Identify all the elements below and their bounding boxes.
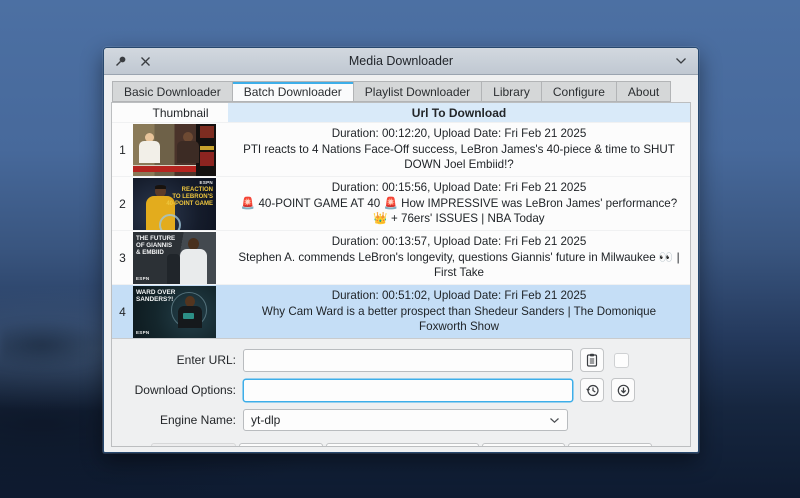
tab-batch-downloader[interactable]: Batch Downloader	[232, 81, 354, 102]
video-meta: Duration: 00:15:56, Upload Date: Fri Feb…	[332, 180, 587, 196]
table-row-4-selected[interactable]: 4 WARD OVERSANDERS?! ESPN Duration: 00:5…	[112, 284, 690, 338]
header-corner	[112, 103, 133, 122]
paste-clipboard-button[interactable]	[580, 348, 604, 372]
download-form: Enter URL: Download Options: Engine Name…	[112, 339, 690, 447]
titlebar[interactable]: Media Downloader	[104, 48, 698, 75]
tab-configure[interactable]: Configure	[541, 81, 616, 102]
combo-chevron-down-icon	[549, 413, 560, 427]
history-button[interactable]	[580, 378, 604, 402]
thumbnail-pti-hosts	[133, 124, 216, 176]
options-menu-button[interactable]: Options	[482, 443, 565, 447]
row-number: 2	[112, 177, 133, 230]
batch-downloader-page: Thumbnail Url To Download 1 Duration: 00…	[111, 102, 691, 447]
video-title: 🚨 40-POINT GAME AT 40 🚨 How IMPRESSIVE w…	[238, 196, 680, 227]
video-title: Stephen A. commends LeBron's longevity, …	[238, 250, 680, 281]
add-url-to-list-button[interactable]: Add Url To List	[326, 443, 479, 447]
engine-select[interactable]: yt-dlp	[243, 409, 568, 431]
enter-url-label: Enter URL:	[112, 353, 236, 367]
tab-bar: Basic Downloader Batch Downloader Playli…	[112, 81, 698, 102]
engine-selected-value: yt-dlp	[251, 413, 280, 427]
cancel-button[interactable]: Cancel	[151, 443, 236, 447]
row-number: 3	[112, 231, 133, 284]
video-title: Why Cam Ward is a better prospect than S…	[238, 304, 680, 335]
video-meta: Duration: 00:51:02, Upload Date: Fri Feb…	[332, 288, 587, 304]
download-button[interactable]: Download	[239, 443, 323, 447]
video-info: Duration: 00:13:57, Upload Date: Fri Feb…	[228, 231, 690, 284]
table-row-1[interactable]: 1 Duration: 00:12:20, Upload Date: Fri F…	[112, 122, 690, 176]
table-row-2[interactable]: 2 ESPN REACTIONTO LEBRON'S40-POINT GAME …	[112, 176, 690, 230]
quit-button[interactable]: Quit	[568, 443, 652, 447]
download-options-input[interactable]	[243, 379, 573, 402]
video-meta: Duration: 00:13:57, Upload Date: Fri Feb…	[332, 234, 587, 250]
tab-library[interactable]: Library	[481, 81, 541, 102]
table-header: Thumbnail Url To Download	[112, 103, 690, 122]
thumbnail-ward-sanders: WARD OVERSANDERS?! ESPN	[133, 286, 216, 338]
thumbnail-lebron-reaction: ESPN REACTIONTO LEBRON'S40-POINT GAME	[133, 178, 216, 230]
column-header-url[interactable]: Url To Download	[228, 103, 690, 122]
row-number: 4	[112, 285, 133, 338]
video-info: Duration: 00:12:20, Upload Date: Fri Feb…	[228, 123, 690, 176]
table-row-3[interactable]: 3 THE FUTUREOF GIANNIS& EMBIID ESPN Dura…	[112, 230, 690, 284]
download-options-menu-button[interactable]	[611, 378, 635, 402]
row-number: 1	[112, 123, 133, 176]
tab-about[interactable]: About	[616, 81, 671, 102]
tab-basic-downloader[interactable]: Basic Downloader	[112, 81, 232, 102]
video-info: Duration: 00:51:02, Upload Date: Fri Feb…	[228, 285, 690, 338]
download-list-table[interactable]: Thumbnail Url To Download 1 Duration: 00…	[112, 103, 690, 339]
download-options-label: Download Options:	[112, 383, 236, 397]
engine-name-label: Engine Name:	[112, 413, 236, 427]
tab-playlist-downloader[interactable]: Playlist Downloader	[354, 81, 481, 102]
monitor-clipboard-checkbox[interactable]	[614, 353, 629, 368]
thumbnail-giannis-embiid: THE FUTUREOF GIANNIS& EMBIID ESPN	[133, 232, 216, 284]
url-input[interactable]	[243, 349, 573, 372]
media-downloader-window: Media Downloader Basic Downloader Batch …	[103, 47, 699, 453]
column-header-thumbnail[interactable]: Thumbnail	[133, 103, 228, 122]
video-info: Duration: 00:15:56, Upload Date: Fri Feb…	[228, 177, 690, 230]
window-title: Media Downloader	[104, 54, 698, 68]
action-button-row: Cancel Download Add Url To List Options …	[112, 443, 690, 447]
video-meta: Duration: 00:12:20, Upload Date: Fri Feb…	[332, 126, 587, 142]
video-title: PTI reacts to 4 Nations Face-Off success…	[238, 142, 680, 173]
